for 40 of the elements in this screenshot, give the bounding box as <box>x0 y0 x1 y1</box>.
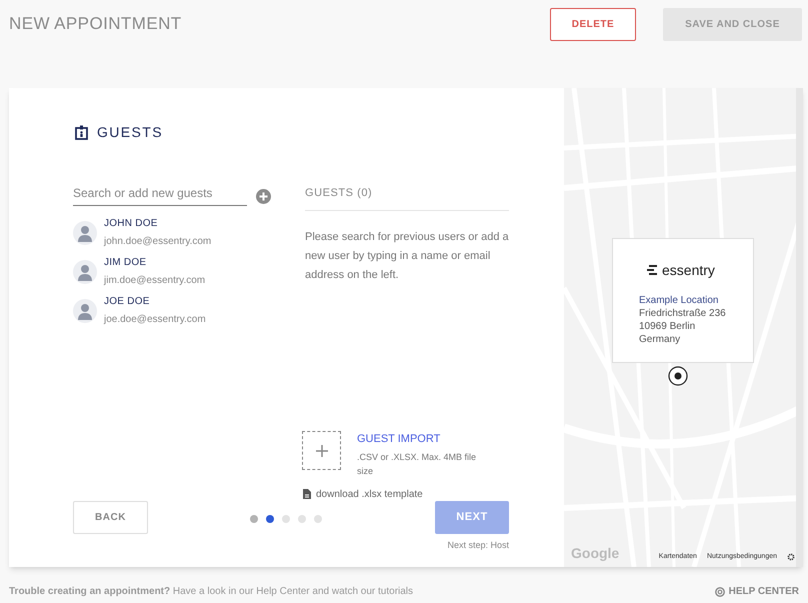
guests-hint: Please search for previous users or add a new user by typing in a name or email address on the left. <box>305 230 509 282</box>
import-title: GUEST IMPORT <box>357 432 442 447</box>
plus-icon <box>316 444 328 456</box>
guest-email: john.doe@essentry.com <box>104 235 212 249</box>
map-pin-icon <box>668 366 688 386</box>
badge-icon <box>75 125 88 140</box>
footer-message: Trouble creating an appointment? Have a look in our Help Center and watch our tutorials <box>9 585 414 599</box>
guest-name: JOHN DOE <box>104 217 159 231</box>
map-attribution-logo: Google <box>571 544 620 563</box>
location-name: Example Location <box>639 294 720 307</box>
page-title: NEW APPOINTMENT <box>9 13 183 36</box>
guest-name: JOE DOE <box>104 295 151 309</box>
logo-text: essentry <box>662 263 715 277</box>
guest-email: jim.doe@essentry.com <box>104 274 206 288</box>
address-line: Germany <box>639 333 682 346</box>
guest-suggestion[interactable]: JIM DOE jim.doe@essentry.com <box>73 255 247 288</box>
gear-icon[interactable] <box>787 552 795 561</box>
document-icon <box>303 489 311 499</box>
back-button[interactable]: BACK <box>73 501 148 534</box>
help-center-link[interactable]: HELP CENTER <box>714 584 799 599</box>
address-line: Friedrichstraße 236 <box>639 307 727 320</box>
guests-heading: GUESTS (0) <box>305 181 509 210</box>
avatar-icon <box>73 260 97 284</box>
lifebuoy-icon <box>714 586 725 596</box>
avatar-icon <box>73 298 97 322</box>
logo-icon <box>647 265 659 275</box>
section-title: GUESTS <box>97 123 163 142</box>
address-line: 10969 Berlin <box>639 320 696 333</box>
guest-suggestion[interactable]: JOE DOE joe.doe@essentry.com <box>73 294 247 327</box>
delete-button[interactable]: DELETE <box>550 8 636 40</box>
search-field[interactable]: Search or add new guests <box>73 181 247 206</box>
guest-email: joe.doe@essentry.com <box>104 313 206 327</box>
import-note: .CSV or .XLSX. Max. 4MB file size <box>357 450 478 478</box>
guest-name: JIM DOE <box>104 256 148 270</box>
add-icon[interactable] <box>256 189 271 204</box>
template-link[interactable]: download .xlsx template <box>316 486 423 502</box>
upload-dropzone[interactable] <box>302 431 341 470</box>
avatar-icon <box>73 220 97 244</box>
guest-suggestion[interactable]: JOHN DOE john.doe@essentry.com <box>73 216 247 249</box>
next-step-note: Next step: Host <box>447 539 509 552</box>
